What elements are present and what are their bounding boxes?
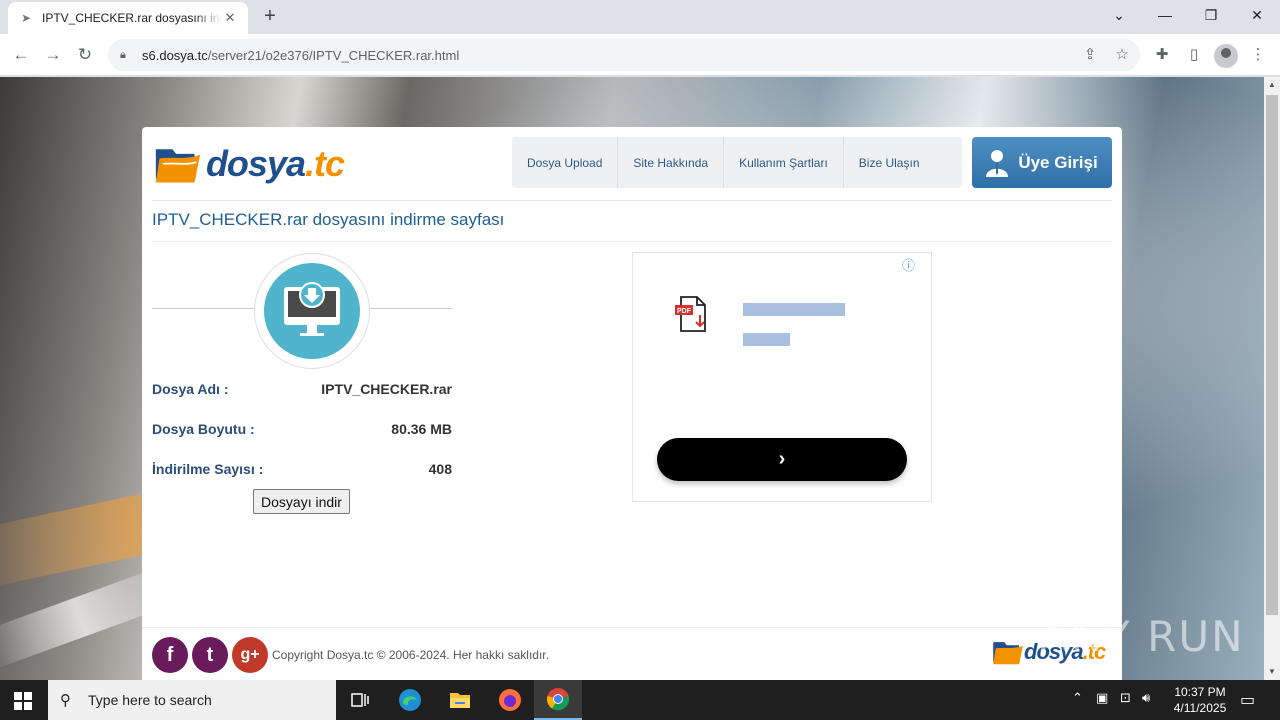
menu-kebab-icon[interactable]: ⋮ [1245,42,1271,68]
monitor-download-icon [284,282,340,336]
url-host: s6.dosya.tc [142,47,208,63]
nav-bize-ulasin[interactable]: Bize Ulaşın [844,137,962,188]
profile-avatar[interactable] [1214,44,1238,68]
notifications-icon[interactable]: ▭ [1240,690,1255,710]
site-favicon-icon: ➤ [20,11,32,25]
new-tab-button[interactable]: + [258,4,282,28]
divider [152,241,1112,242]
copyright-text: Copyright Dosya.tc © 2006-2024. Her hakk… [272,648,549,662]
search-icon: ⚲ [60,692,71,709]
tray-chevron-icon[interactable]: ⌃ [1072,690,1083,706]
ad-info-icon[interactable]: ⓘ [902,255,915,274]
windows-taskbar: ⚲ Type here to search ⌃ ▣ ⊡ 🔊︎ 10:37 PM … [0,680,1280,720]
page-title: IPTV_CHECKER.rar dosyasını indirme sayfa… [152,210,505,229]
clock-time: 10:37 PM [1174,685,1226,699]
tab-close-icon[interactable]: ✕ [222,10,238,26]
ad-cta-button[interactable]: › [657,438,907,481]
folder-logo-icon [993,642,1023,665]
page-scrollbar[interactable]: ▲ ▼ [1264,77,1280,680]
clock-date: 4/11/2025 [1173,701,1227,715]
ad-text-placeholder [743,303,845,316]
network-icon[interactable]: ⊡ [1120,690,1131,706]
ad-text-placeholder [743,333,790,346]
task-view-icon[interactable] [336,680,384,720]
share-icon[interactable]: ⇪ [1077,42,1103,68]
file-size-row: Dosya Boyutu : 80.36 MB [152,421,452,437]
tab-strip: ➤ IPTV_CHECKER.rar dosyasını indirme say… [0,0,1280,34]
download-file-button[interactable]: Dosyayı indir [253,489,350,514]
chrome-icon[interactable] [534,680,582,720]
forward-button[interactable]: → [40,42,66,68]
file-name-row: Dosya Adı : IPTV_CHECKER.rar [152,381,452,397]
scroll-down-icon[interactable]: ▼ [1264,664,1280,680]
browser-toolbar: ← → ↻ 🔒︎ s6.dosya.tc/server21/o2e376/IPT… [0,34,1280,76]
nav-site-hakkinda[interactable]: Site Hakkında [618,137,725,188]
tab-title: IPTV_CHECKER.rar dosyasını indirme sayfa… [42,11,222,25]
taskbar-clock[interactable]: 10:37 PM 4/11/2025 [1160,684,1240,716]
user-icon [986,149,1009,177]
tray-device-icon[interactable]: ▣ [1096,690,1108,706]
scrollbar-thumb[interactable] [1266,95,1278,615]
file-name-value: IPTV_CHECKER.rar [321,381,452,397]
nav-kullanim-sartlari[interactable]: Kullanım Şartları [724,137,844,188]
scroll-up-icon[interactable]: ▲ [1264,77,1280,93]
windows-start-icon[interactable] [14,692,32,710]
logo-text: dosya.tc [205,143,345,184]
page-viewport: dosya.tc Dosya Upload Site Hakkında Kull… [0,77,1264,680]
twitter-icon[interactable]: t [192,637,228,673]
minimize-button[interactable]: — [1142,0,1188,30]
back-button[interactable]: ← [8,42,34,68]
content-card: dosya.tc Dosya Upload Site Hakkında Kull… [142,127,1122,680]
extensions-icon[interactable]: ✚ [1149,42,1175,68]
login-label: Üye Girişi [1018,152,1098,172]
file-size-label: Dosya Boyutu : [152,421,255,437]
download-count-value: 408 [428,461,452,477]
download-count-row: İndirilme Sayısı : 408 [152,461,452,477]
url-path: /server21/o2e376/IPTV_CHECKER.rar.html [207,47,460,63]
pdf-download-icon: PDF [675,296,706,332]
file-size-value: 80.36 MB [391,421,452,437]
folder-logo-icon [155,149,201,183]
volume-icon[interactable]: 🔊︎ [1142,690,1150,706]
download-badge [254,253,370,369]
site-logo[interactable]: dosya.tc [154,139,345,189]
tab-search-chevron-icon[interactable]: ⌄ [1096,0,1142,30]
firefox-icon[interactable] [486,680,534,720]
edge-icon[interactable] [386,680,434,720]
login-button[interactable]: Üye Girişi [972,137,1112,188]
divider [142,627,1122,628]
google-plus-icon[interactable]: g+ [232,637,268,673]
svg-text:PDF: PDF [677,308,692,315]
facebook-icon[interactable]: f [152,637,188,673]
divider [152,200,1112,201]
lock-icon: 🔒︎ [120,48,126,61]
reload-button[interactable]: ↻ [72,42,98,68]
file-name-label: Dosya Adı : [152,381,229,397]
download-count-label: İndirilme Sayısı : [152,461,264,477]
side-panel-icon[interactable]: ▯ [1181,42,1207,68]
taskbar-search-box[interactable]: ⚲ Type here to search [48,680,336,720]
address-bar[interactable]: 🔒︎ s6.dosya.tc/server21/o2e376/IPTV_CHEC… [108,39,1140,71]
browser-tab[interactable]: ➤ IPTV_CHECKER.rar dosyasını indirme say… [8,2,248,34]
main-nav: Dosya Upload Site Hakkında Kullanım Şart… [512,137,962,188]
close-window-button[interactable]: ✕ [1234,0,1280,30]
anyrun-watermark: ANY RUN [1040,612,1245,661]
file-explorer-icon[interactable] [436,680,484,720]
restore-button[interactable]: ❐ [1188,0,1234,30]
nav-dosya-upload[interactable]: Dosya Upload [512,137,619,188]
bookmark-star-icon[interactable]: ☆ [1109,42,1135,68]
ad-banner[interactable]: ⓘ PDF › [632,252,932,502]
download-circle [264,263,360,359]
taskbar-search-placeholder: Type here to search [88,692,212,708]
